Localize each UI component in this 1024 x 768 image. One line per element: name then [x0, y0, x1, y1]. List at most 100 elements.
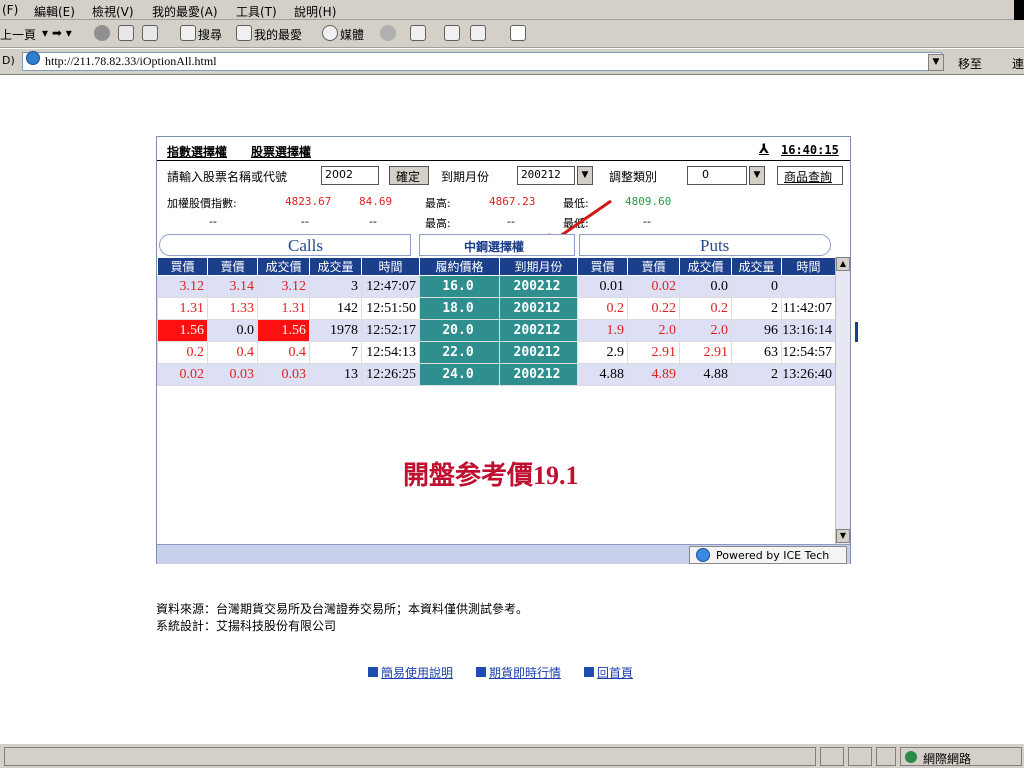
col-put-volume: 成交量 [731, 257, 782, 276]
go-button[interactable]: 移至 [958, 55, 982, 72]
index-row2-a: -- [209, 215, 217, 228]
table-row[interactable]: 1.31 1.33 1.31 142 12:51:50 18.0 200212 … [157, 297, 836, 320]
adjust-type-select[interactable]: 0 [687, 166, 747, 185]
put-volume-cell: 2 [731, 363, 782, 386]
media-icon[interactable] [322, 25, 338, 41]
adjust-type-dropdown-icon[interactable]: ▼ [749, 166, 765, 185]
link-futures-quotes[interactable]: 期貨即時行情 [489, 664, 561, 681]
call-last-cell: 3.12 [257, 275, 310, 298]
call-time-cell: 12:26:25 [361, 363, 420, 386]
address-label: D) [2, 54, 15, 67]
stock-search-input[interactable]: 2002 [321, 166, 379, 185]
tab-index-options[interactable]: 指數選擇權 [167, 143, 227, 160]
toolbar: 上一頁 ▾ ➡ ▾ 搜尋 我的最愛 媒體 [0, 20, 1024, 48]
clock-time: 16:40:15 [781, 143, 839, 157]
expiry-cell: 200212 [499, 297, 578, 320]
link-user-guide[interactable]: 簡易使用說明 [381, 664, 453, 681]
source-note: 資料來源：台灣期貨交易所及台灣證券交易所；本資料僅供測試參考。 [156, 602, 529, 616]
discuss-icon[interactable] [510, 25, 526, 41]
put-bid-cell: 4.88 [577, 363, 628, 386]
scroll-down-icon[interactable]: ▼ [836, 529, 850, 543]
option-panel: 指數選擇權 股票選擇權 ⅄ 16:40:15 請輸入股票名稱或代號 2002 確… [156, 136, 851, 564]
menu-view[interactable]: 檢視(V) [92, 3, 134, 20]
links-label[interactable]: 連 [1012, 55, 1024, 72]
col-call-time: 時間 [361, 257, 420, 276]
expiry-cell: 200212 [499, 275, 578, 298]
expiry-month-dropdown-icon[interactable]: ▼ [577, 166, 593, 185]
call-last-cell: 0.03 [257, 363, 310, 386]
print-icon[interactable] [444, 25, 460, 41]
put-last-cell: 2.0 [679, 319, 732, 342]
media-button[interactable]: 媒體 [340, 26, 364, 43]
address-dropdown-icon[interactable]: ▼ [928, 54, 944, 71]
refresh-icon[interactable] [118, 25, 134, 41]
call-volume-cell: 13 [309, 363, 362, 386]
table-row[interactable]: 3.12 3.14 3.12 3 12:47:07 16.0 200212 0.… [157, 275, 836, 298]
call-ask-cell: 0.0 [207, 319, 258, 342]
call-bid-cell: 1.31 [157, 297, 208, 320]
status-zone: 網際網路 [900, 747, 1022, 766]
table-scrollbar[interactable]: ▲ ▼ [835, 257, 850, 545]
index-row2-c: -- [369, 215, 377, 228]
call-ask-cell: 1.33 [207, 297, 258, 320]
index-high2-label: 最高: [425, 217, 451, 230]
menu-file[interactable]: (F) [2, 3, 18, 17]
home-icon[interactable] [142, 25, 158, 41]
index-row2-b: -- [301, 215, 309, 228]
menu-tools[interactable]: 工具(T) [236, 3, 277, 20]
table-header-row: 買價 賣價 成交價 成交量 時間 履約價格 到期月份 買價 賣價 成交價 成交量… [157, 257, 836, 276]
put-last-cell: 0.0 [679, 275, 732, 298]
put-last-cell: 2.91 [679, 341, 732, 364]
put-volume-cell: 63 [731, 341, 782, 364]
status-cell [848, 747, 872, 766]
menu-edit[interactable]: 編輯(E) [34, 3, 75, 20]
link-home[interactable]: 回首頁 [597, 664, 633, 681]
favorites-icon[interactable] [236, 25, 252, 41]
menu-help[interactable]: 說明(H) [294, 3, 336, 20]
put-bid-cell: 0.01 [577, 275, 628, 298]
col-put-bid: 買價 [577, 257, 628, 276]
mail-icon[interactable] [410, 25, 426, 41]
opening-reference-message: 開盤参考價19.1 [403, 461, 579, 490]
history-icon[interactable] [380, 25, 396, 41]
put-volume-cell: 96 [731, 319, 782, 342]
table-row[interactable]: 0.2 0.4 0.4 7 12:54:13 22.0 200212 2.9 2… [157, 341, 836, 364]
favorites-button[interactable]: 我的最愛 [254, 26, 302, 43]
search-button[interactable]: 搜尋 [198, 26, 222, 43]
menu-bar: (F) 編輯(E) 檢視(V) 我的最愛(A) 工具(T) 說明(H) [0, 0, 1024, 20]
back-dropdown-icon[interactable]: ▾ ➡ ▾ [42, 26, 72, 40]
index-change: 84.69 [359, 195, 393, 208]
call-volume-cell: 3 [309, 275, 362, 298]
link-icon [584, 667, 594, 677]
put-time-cell [781, 275, 836, 298]
address-input[interactable]: http://211.78.82.33/iOptionAll.html [22, 52, 942, 71]
call-volume-cell: 142 [309, 297, 362, 320]
col-call-last: 成交價 [257, 257, 310, 276]
confirm-button[interactable]: 確定 [389, 166, 429, 185]
menu-favorites[interactable]: 我的最愛(A) [152, 3, 218, 20]
center-title: 中鋼選擇權 [464, 240, 525, 254]
powered-by-badge[interactable]: Powered by ICE Tech [689, 546, 847, 564]
back-button[interactable]: 上一頁 [0, 26, 36, 43]
product-query-button[interactable]: 商品查詢 [777, 166, 843, 185]
table-row[interactable]: 0.02 0.03 0.03 13 12:26:25 24.0 200212 4… [157, 363, 836, 386]
edit-icon[interactable] [470, 25, 486, 41]
call-time-cell: 12:51:50 [361, 297, 420, 320]
search-icon[interactable] [180, 25, 196, 41]
design-note: 系統設計：艾揚科技股份有限公司 [156, 619, 337, 633]
panel-footer: Powered by ICE Tech [157, 544, 850, 564]
expiry-month-select[interactable]: 200212 [517, 166, 575, 185]
table-row[interactable]: 1.56 0.0 1.56 1978 12:52:17 20.0 200212 … [157, 319, 836, 342]
options-table: 買價 賣價 成交價 成交量 時間 履約價格 到期月份 買價 賣價 成交價 成交量… [157, 257, 836, 386]
status-cell [876, 747, 896, 766]
index-high2: -- [507, 215, 515, 228]
scroll-up-icon[interactable]: ▲ [836, 257, 850, 271]
status-cell [820, 747, 844, 766]
tab-stock-options[interactable]: 股票選擇權 [251, 143, 311, 160]
expiry-cell: 200212 [499, 363, 578, 386]
stop-icon[interactable] [94, 25, 110, 41]
call-ask-cell: 0.4 [207, 341, 258, 364]
adjust-type-label: 調整類別 [609, 170, 658, 184]
put-time-cell: 11:42:07 [781, 297, 836, 320]
strike-cell: 16.0 [419, 275, 500, 298]
